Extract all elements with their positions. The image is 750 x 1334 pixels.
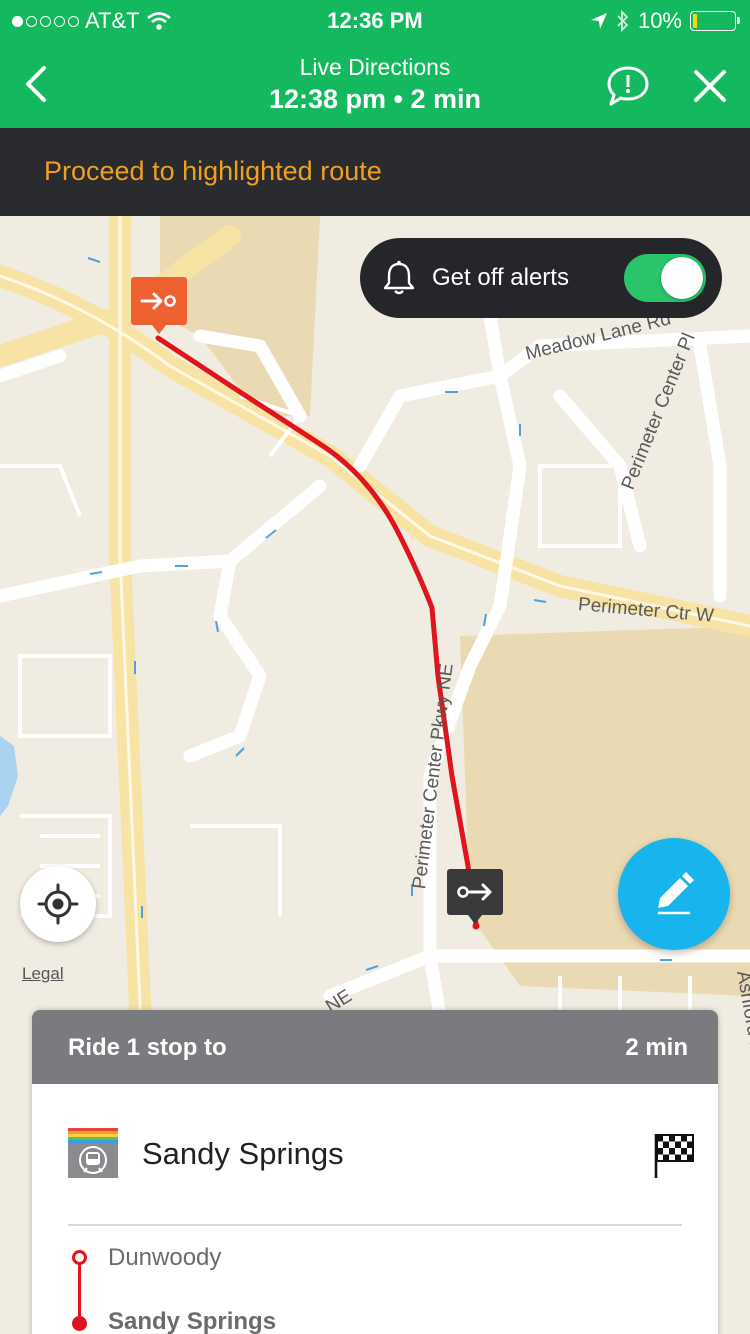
location-arrow-icon	[590, 13, 607, 29]
crosshair-icon	[37, 883, 79, 925]
status-right: 10%	[590, 8, 740, 34]
get-off-alerts-toggle[interactable]	[624, 254, 706, 302]
pencil-icon	[658, 872, 694, 915]
edit-button[interactable]	[618, 838, 730, 950]
battery-icon	[690, 11, 740, 31]
stop-list-item-destination: Sandy Springs	[108, 1308, 277, 1334]
stop-dot-destination	[72, 1316, 87, 1331]
battery-percent: 10%	[637, 8, 682, 33]
toggle-knob	[661, 257, 703, 299]
ride-card-eta: 2 min	[625, 1034, 688, 1061]
rail-station-icon	[68, 1128, 118, 1178]
ride-card-title: Ride 1 stop to	[68, 1034, 227, 1061]
bluetooth-icon	[617, 10, 629, 32]
destination-station: Sandy Springs	[142, 1136, 344, 1171]
board-marker-icon[interactable]	[130, 276, 188, 340]
instruction-banner: Proceed to highlighted route	[0, 128, 750, 216]
get-off-alerts-pill: Get off alerts	[360, 238, 722, 318]
ride-card[interactable]: Ride 1 stop to 2 min Sandy Springs Dunwo…	[32, 1010, 718, 1334]
navigation-bar: Live Directions 12:38 pm • 2 min	[0, 40, 750, 128]
status-bar: AT&T 12:36 PM 10%	[0, 0, 750, 40]
legal-link[interactable]: Legal	[22, 964, 64, 984]
alight-marker-icon[interactable]	[446, 868, 506, 928]
checkered-flag-icon	[654, 1134, 694, 1178]
locate-me-button[interactable]	[20, 866, 96, 942]
bell-icon	[383, 260, 415, 295]
close-icon[interactable]	[690, 66, 730, 106]
ride-card-header: Ride 1 stop to 2 min	[32, 1010, 718, 1084]
instruction-text: Proceed to highlighted route	[44, 156, 382, 186]
card-divider	[68, 1224, 682, 1226]
ride-card-body: Sandy Springs Dunwoody Sandy Springs	[36, 1084, 714, 1334]
report-bubble-icon[interactable]	[606, 64, 650, 108]
battery-level	[693, 14, 697, 28]
get-off-alerts-label: Get off alerts	[432, 264, 569, 291]
stop-list-item-origin: Dunwoody	[108, 1244, 222, 1271]
stop-dot-origin	[72, 1250, 87, 1265]
